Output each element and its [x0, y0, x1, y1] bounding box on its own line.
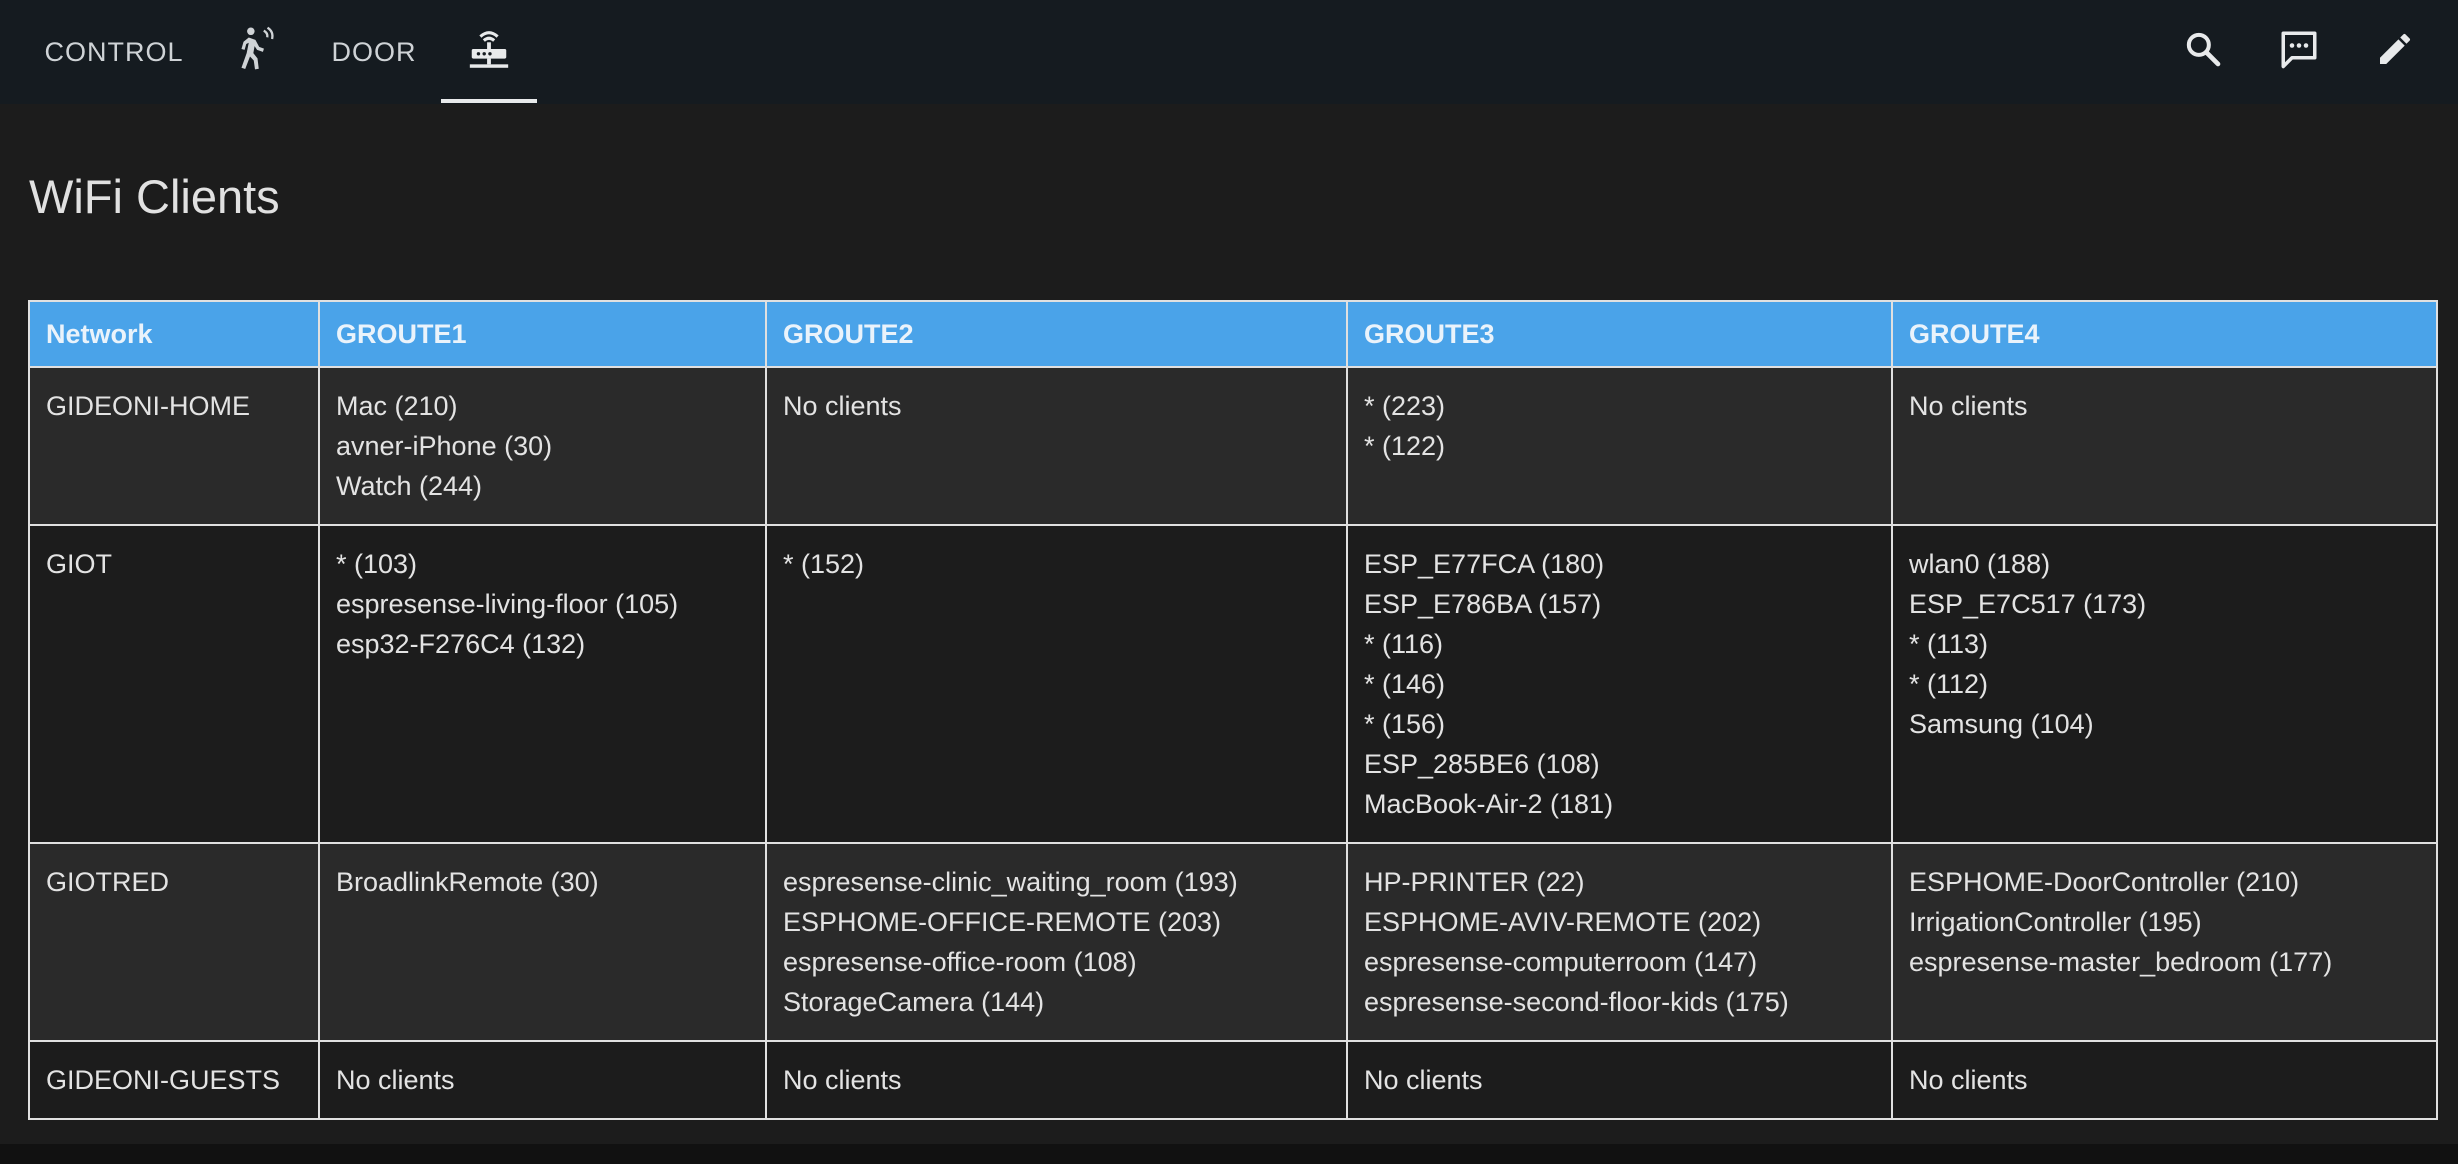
- client-entry: ESP_E786BA (157): [1364, 589, 1602, 619]
- client-entry: No clients: [783, 391, 902, 421]
- client-entry: ESPHOME-DoorController (210): [1909, 867, 2300, 897]
- client-entry: ESPHOME-OFFICE-REMOTE (203): [783, 907, 1222, 937]
- bottom-edge: [0, 1144, 2458, 1164]
- client-entry: No clients: [1909, 1065, 2028, 1095]
- client-entry: BroadlinkRemote (30): [336, 867, 599, 897]
- top-app-bar: CONTROL DOOR: [0, 0, 2458, 104]
- clients-cell-groute2: No clients: [765, 1040, 1348, 1120]
- motion-sensor-icon: [230, 24, 280, 81]
- client-entry: ESP_E7C517 (173): [1909, 589, 2147, 619]
- client-entry: IrrigationController (195): [1909, 907, 2202, 937]
- client-entry: Samsung (104): [1909, 709, 2094, 739]
- tab-motion[interactable]: [216, 0, 294, 104]
- table-header-row: Network GROUTE1 GROUTE2 GROUTE3 GROUTE4: [28, 300, 2438, 368]
- chat-icon: [2278, 28, 2320, 75]
- client-entry: * (146): [1364, 669, 1446, 699]
- assist-button[interactable]: [2266, 18, 2332, 84]
- edit-pencil-icon: [2375, 29, 2415, 74]
- client-entry: * (112): [1909, 669, 1989, 699]
- edit-dashboard-button[interactable]: [2362, 18, 2428, 84]
- clients-cell-groute4: ESPHOME-DoorController (210) IrrigationCo…: [1891, 842, 2438, 1042]
- client-entry: ESP_E77FCA (180): [1364, 549, 1605, 579]
- client-entry: Mac (210): [336, 391, 458, 421]
- tab-router[interactable]: [441, 0, 537, 104]
- client-entry: espresense-living-floor (105): [336, 589, 679, 619]
- client-entry: espresense-second-floor-kids (175): [1364, 987, 1789, 1017]
- search-icon: [2183, 29, 2223, 74]
- client-entry: espresense-computerroom (147): [1364, 947, 1758, 977]
- client-entry: * (223): [1364, 391, 1446, 421]
- client-entry: espresense-clinic_waiting_room (193): [783, 867, 1238, 897]
- clients-cell-groute4: No clients: [1891, 366, 2438, 526]
- tab-control[interactable]: CONTROL: [26, 0, 202, 104]
- client-entry: * (152): [783, 549, 865, 579]
- clients-cell-groute2: * (152): [765, 524, 1348, 844]
- client-entry: * (122): [1364, 431, 1446, 461]
- client-entry: * (103): [336, 549, 418, 579]
- client-entry: avner-iPhone (30): [336, 431, 553, 461]
- clients-cell-groute3: No clients: [1346, 1040, 1893, 1120]
- clients-cell-groute3: ESP_E77FCA (180) ESP_E786BA (157) * (116) *…: [1346, 524, 1893, 844]
- table-row: GIDEONI-GUESTS No clients No clients No cli…: [28, 1040, 2438, 1120]
- client-entry: No clients: [783, 1065, 902, 1095]
- table-row: GIOTRED BroadlinkRemote (30) espresense-cl…: [28, 842, 2438, 1042]
- client-entry: espresense-office-room (108): [783, 947, 1137, 977]
- clients-cell-groute1: Mac (210) avner-iPhone (30) Watch (244): [318, 366, 767, 526]
- column-header-groute4: GROUTE4: [1891, 300, 2438, 368]
- network-name-cell: GIDEONI-HOME: [28, 366, 320, 526]
- column-header-groute2: GROUTE2: [765, 300, 1348, 368]
- clients-cell-groute1: No clients: [318, 1040, 767, 1120]
- clients-cell-groute4: wlan0 (188) ESP_E7C517 (173) * (113) * (112…: [1891, 524, 2438, 844]
- network-name-cell: GIOT: [28, 524, 320, 844]
- client-entry: * (113): [1909, 629, 1989, 659]
- tab-door-label: DOOR: [331, 36, 417, 67]
- network-name-cell: GIOTRED: [28, 842, 320, 1042]
- client-entry: MacBook-Air-2 (181): [1364, 789, 1614, 819]
- clients-cell-groute1: * (103) espresense-living-floor (105) esp3…: [318, 524, 767, 844]
- client-entry: * (156): [1364, 709, 1446, 739]
- dashboard-view: WiFi Clients Network GROUTE1 GROUTE2 GRO…: [0, 104, 2458, 1144]
- wifi-clients-table: Network GROUTE1 GROUTE2 GROUTE3 GROUTE4 …: [28, 300, 2438, 1120]
- table-row: GIDEONI-HOME Mac (210) avner-iPhone (30) Wa…: [28, 366, 2438, 526]
- client-entry: No clients: [336, 1065, 455, 1095]
- table-body: GIDEONI-HOME Mac (210) avner-iPhone (30) Wa…: [28, 366, 2438, 1120]
- client-entry: No clients: [1909, 391, 2028, 421]
- client-entry: ESPHOME-AVIV-REMOTE (202): [1364, 907, 1762, 937]
- client-entry: ESP_285BE6 (108): [1364, 749, 1600, 779]
- active-tab-indicator: [441, 99, 537, 103]
- client-entry: esp32-F276C4 (132): [336, 629, 586, 659]
- clients-cell-groute3: HP-PRINTER (22) ESPHOME-AVIV-REMOTE (202)…: [1346, 842, 1893, 1042]
- client-entry: HP-PRINTER (22): [1364, 867, 1585, 897]
- search-button[interactable]: [2170, 18, 2236, 84]
- client-entry: wlan0 (188): [1909, 549, 2051, 579]
- clients-cell-groute1: BroadlinkRemote (30): [318, 842, 767, 1042]
- tab-control-label: CONTROL: [44, 36, 184, 67]
- table-row: GIOT * (103) espresense-living-floor (105)…: [28, 524, 2438, 844]
- page-title: WiFi Clients: [29, 170, 280, 223]
- clients-cell-groute4: No clients: [1891, 1040, 2438, 1120]
- router-icon: [466, 24, 512, 81]
- client-entry: Watch (244): [336, 471, 483, 501]
- column-header-groute3: GROUTE3: [1346, 300, 1893, 368]
- tab-door[interactable]: DOOR: [314, 0, 434, 104]
- client-entry: espresense-master_bedroom (177): [1909, 947, 2333, 977]
- client-entry: StorageCamera (144): [783, 987, 1045, 1017]
- clients-cell-groute2: No clients: [765, 366, 1348, 526]
- column-header-network: Network: [28, 300, 320, 368]
- network-name-cell: GIDEONI-GUESTS: [28, 1040, 320, 1120]
- clients-cell-groute2: espresense-clinic_waiting_room (193) ESPH…: [765, 842, 1348, 1042]
- client-entry: No clients: [1364, 1065, 1483, 1095]
- column-header-groute1: GROUTE1: [318, 300, 767, 368]
- client-entry: * (116): [1364, 629, 1444, 659]
- clients-cell-groute3: * (223) * (122): [1346, 366, 1893, 526]
